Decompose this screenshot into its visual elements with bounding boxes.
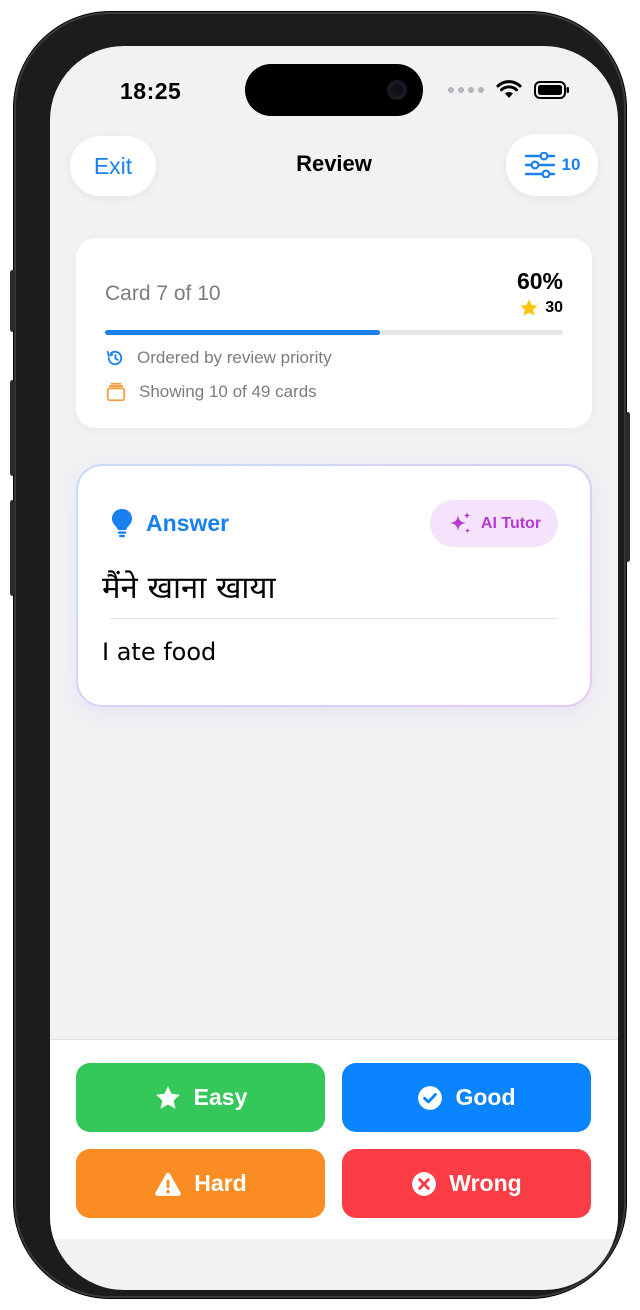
progress-bar-fill [105,330,380,335]
good-button[interactable]: Good [342,1063,591,1132]
wifi-icon [496,80,522,98]
power-button [625,412,630,562]
volume-down-button [10,500,15,596]
easy-button[interactable]: Easy [76,1063,325,1132]
card-counter: Card 7 of 10 [105,282,221,305]
progress-card: Card 7 of 10 60% 30 Ordered by review pr… [76,238,592,428]
stars-count: 30 [545,299,563,316]
translation-text: I ate food [102,638,217,666]
phone-frame: 18:25 Exit Review 10 Card 7 of 10 60% 30… [10,12,630,1298]
ai-tutor-label: AI Tutor [480,514,542,532]
volume-up-button [10,380,15,476]
hard-button[interactable]: Hard [76,1149,325,1218]
easy-label: Easy [193,1084,248,1110]
showing-info: Showing 10 of 49 cards [105,381,317,403]
answer-label: Answer [146,509,230,536]
history-icon [106,350,123,366]
divider [110,618,558,619]
ordering-text: Ordered by review priority [137,348,332,367]
status-time: 18:25 [120,78,182,104]
lightbulb-icon [112,509,132,538]
rating-panel: Easy Good Hard Wrong [50,1039,618,1239]
screen: 18:25 Exit Review 10 Card 7 of 10 60% 30… [50,46,618,1290]
progress-bar [105,330,563,335]
status-icons [448,80,570,99]
ai-tutor-button[interactable]: AI Tutor [430,500,558,547]
answer-heading: Answer [110,508,229,538]
star-icon [155,1085,180,1109]
card-stack-icon [106,382,126,402]
answer-card: Answer AI Tutor मैंने खाना खाया I ate fo… [76,464,592,707]
action-button [10,270,15,332]
source-phrase: मैंने खाना खाया [102,570,276,606]
dynamic-island [245,64,423,116]
sparkles-icon [449,511,471,533]
camera-icon [387,80,407,100]
hard-label: Hard [194,1170,247,1196]
stars-earned: 30 [519,298,563,318]
progress-percent: 60% [516,268,563,294]
filter-count: 10 [561,155,581,174]
showing-text: Showing 10 of 49 cards [139,382,317,401]
star-icon [520,299,538,316]
wrong-button[interactable]: Wrong [342,1149,591,1218]
warning-icon [155,1172,182,1196]
signal-dots-icon [448,86,484,93]
battery-icon [534,80,569,99]
good-label: Good [455,1084,516,1110]
ordering-info: Ordered by review priority [105,348,332,368]
check-circle-icon [418,1085,443,1110]
sliders-icon [524,152,555,178]
wrong-label: Wrong [449,1170,522,1196]
x-circle-icon [412,1171,437,1196]
filter-button[interactable]: 10 [506,134,598,196]
